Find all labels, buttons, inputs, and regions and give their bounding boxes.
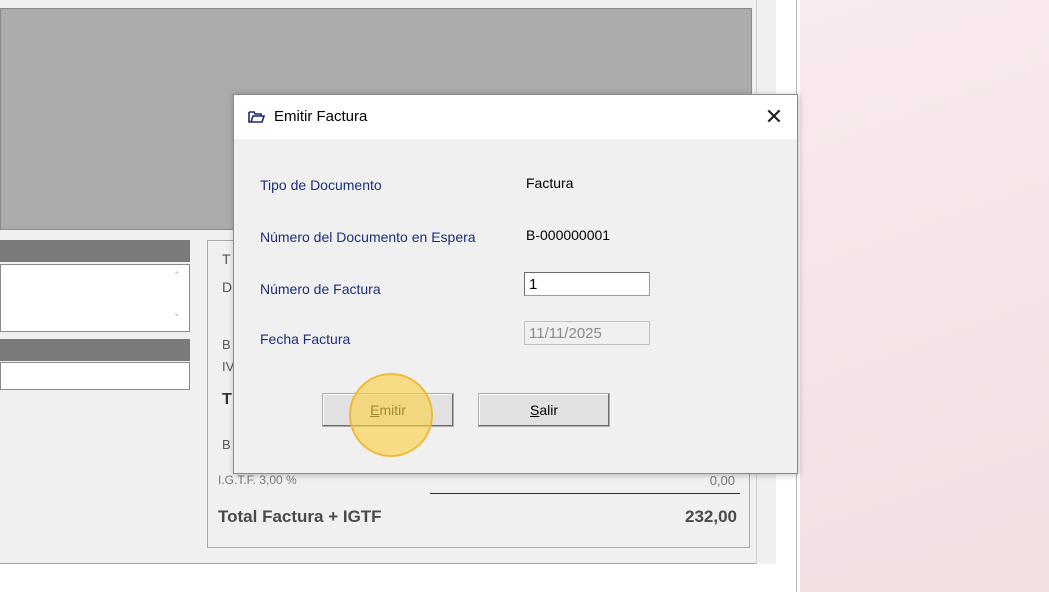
chevron-down-icon[interactable]: ˅ (174, 312, 180, 325)
total-value: 232,00 (685, 507, 737, 526)
documento-espera-label: Número del Documento en Espera (260, 229, 476, 245)
section-header-bar (0, 240, 190, 262)
summary-fragment: T (222, 391, 232, 408)
summary-fragment: T (222, 251, 231, 267)
total-label: Total Factura + IGTF (218, 507, 382, 526)
emitir-hotkey: E (370, 402, 380, 418)
salir-hotkey: S (529, 402, 540, 418)
salir-button[interactable]: Salir (478, 393, 610, 427)
tipo-documento-value: Factura (526, 175, 574, 191)
summary-fragment: D (222, 279, 233, 295)
summary-fragment: B (222, 437, 231, 452)
emitir-button[interactable]: Emitir (322, 393, 454, 427)
documento-espera-value: B-000000001 (526, 227, 611, 243)
summary-fragment: B (222, 337, 231, 352)
fecha-factura-input (524, 321, 650, 345)
numero-factura-input[interactable] (524, 272, 650, 296)
section-header-bar-2 (0, 339, 190, 361)
fecha-factura-label: Fecha Factura (260, 331, 351, 347)
numero-factura-label: Número de Factura (260, 281, 381, 297)
dialog-titlebar[interactable]: Emitir Factura ✕ (234, 95, 797, 139)
igtf-value: 0,00 (709, 473, 735, 488)
chevron-up-icon[interactable]: ˄ (174, 270, 180, 283)
total-divider (430, 493, 740, 494)
text-input-bg[interactable] (0, 362, 190, 390)
desktop-background (800, 0, 1049, 592)
window-icon (248, 109, 266, 125)
tipo-documento-label: Tipo de Documento (260, 177, 382, 193)
emitir-label: mitir (379, 402, 406, 418)
dialog-title: Emitir Factura (274, 108, 368, 125)
close-icon[interactable]: ✕ (751, 95, 797, 139)
igtf-label: I.G.T.F. 3,00 % (218, 473, 297, 487)
text-area[interactable] (0, 264, 190, 332)
salir-label: alir (539, 402, 558, 418)
emitir-factura-dialog: Emitir Factura ✕ Tipo de Documento Factu… (233, 94, 798, 474)
